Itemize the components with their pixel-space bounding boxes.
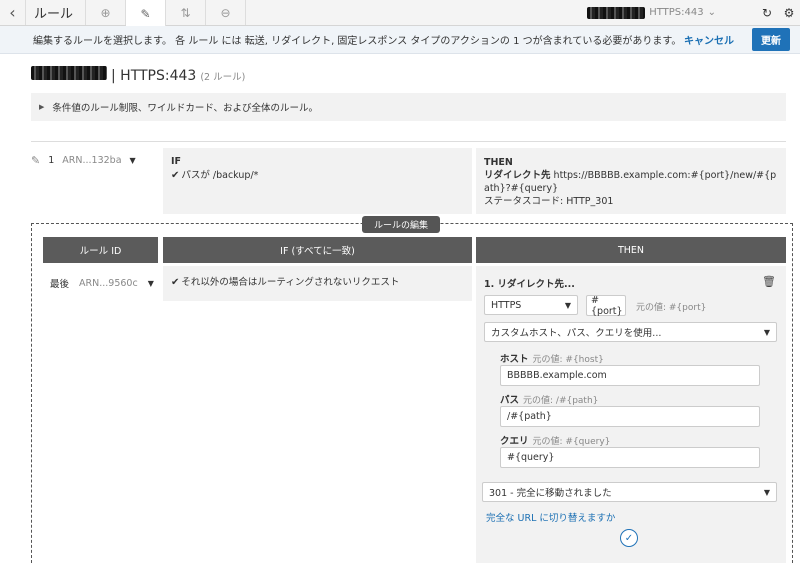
- rule-limits-text: 条件値のルール制限、ワイルドカード、および全体のルール。: [52, 103, 319, 114]
- host-hint: 元の値: #{host}: [532, 355, 604, 365]
- listener-selector-label: HTTPS:443: [649, 7, 704, 18]
- edit-rule-arn: ARN...9560c: [79, 277, 138, 289]
- column-if: IF (すべてに一致): [163, 237, 472, 263]
- rule-count: (2 ルール): [200, 72, 246, 83]
- trash-icon[interactable]: 🗑: [762, 275, 776, 288]
- divider: [31, 141, 786, 142]
- listener-name: | HTTPS:443: [111, 68, 197, 84]
- edit-rule-label: ルールの編集: [362, 216, 441, 233]
- status-code-value: 301 - 完全に移動されました: [489, 488, 612, 499]
- edit-rule-meta: 最後 ARN...9560c ▼: [50, 276, 154, 291]
- redirect-mode-value: カスタムホスト、パス、クエリを使用...: [491, 328, 662, 339]
- redirect-label: リダイレクト先: [484, 170, 551, 181]
- action-title: 1. リダイレクト先...: [484, 279, 575, 290]
- caret-right-icon: ▶: [39, 103, 45, 111]
- rule-if-cell: IF ✔ パスが /backup/*: [163, 148, 472, 214]
- arn-dropdown-icon[interactable]: ▼: [148, 279, 154, 288]
- cancel-button[interactable]: キャンセル: [684, 32, 734, 47]
- path-input[interactable]: /#{path}: [500, 406, 760, 427]
- rule-limits-expander[interactable]: ▶ 条件値のルール制限、ワイルドカード、および全体のルール。: [31, 93, 786, 121]
- query-input[interactable]: #{query}: [500, 447, 760, 468]
- host-input[interactable]: BBBBB.example.com: [500, 365, 760, 386]
- listener-selector[interactable]: HTTPS:443 ⌄: [587, 0, 756, 25]
- query-hint: 元の値: #{query}: [532, 437, 611, 447]
- rule-then-cell: THEN リダイレクト先 https://BBBBB.example.com:#…: [476, 148, 786, 214]
- rule-meta: ✎ 1 ARN...132ba ▼: [31, 154, 136, 167]
- top-toolbar: ‹ ルール ⊕ ✎ ⇅ ⊖ HTTPS:443 ⌄ ↻ ⚙: [0, 0, 800, 27]
- listener-header: | HTTPS:443 (2 ルール): [31, 66, 245, 84]
- protocol-select[interactable]: HTTPS ▼: [484, 295, 578, 315]
- edit-if-cell: ✔ それ以外の場合はルーティングされないリクエスト: [163, 266, 472, 301]
- default-condition: それ以外の場合はルーティングされないリクエスト: [181, 277, 400, 288]
- arn-dropdown-icon[interactable]: ▼: [130, 156, 136, 165]
- redirect-status: ステータスコード: HTTP_301: [484, 196, 614, 207]
- edit-rule-icon[interactable]: ✎: [126, 0, 166, 27]
- settings-icon[interactable]: ⚙: [778, 0, 800, 25]
- rule-number: 1: [48, 155, 55, 166]
- redacted-name: [587, 6, 646, 19]
- redacted-lb-name: [31, 66, 107, 80]
- update-button[interactable]: 更新: [752, 28, 790, 51]
- redirect-mode-select[interactable]: カスタムホスト、パス、クエリを使用... ▼: [484, 322, 777, 342]
- path-label-text: パス: [500, 395, 520, 406]
- chevron-down-icon: ▼: [763, 487, 770, 497]
- rule-row-1: ✎ 1 ARN...132ba ▼ IF ✔ パスが /backup/* THEN…: [0, 148, 800, 214]
- chevron-down-icon: ▼: [564, 300, 571, 310]
- toolbar-title: ルール: [26, 0, 86, 25]
- then-heading: THEN: [484, 157, 513, 168]
- rule-position: 最後: [50, 279, 70, 290]
- if-heading: IF: [171, 156, 182, 167]
- path-hint: 元の値: /#{path}: [523, 396, 599, 406]
- confirm-check-icon[interactable]: ✓: [620, 529, 638, 547]
- reorder-rules-icon[interactable]: ⇅: [166, 0, 206, 25]
- path-label: パス 元の値: /#{path}: [500, 392, 598, 406]
- add-rule-icon[interactable]: ⊕: [86, 0, 126, 25]
- instruction-banner: 編集するルールを選択します。 各 ルール には 転送, リダイレクト, 固定レス…: [0, 26, 800, 54]
- host-label-text: ホスト: [500, 354, 529, 365]
- chevron-down-icon: ▼: [763, 327, 770, 337]
- status-code-select[interactable]: 301 - 完全に移動されました ▼: [482, 482, 777, 502]
- protocol-value: HTTPS: [491, 299, 522, 311]
- check-icon: ✔: [171, 277, 180, 288]
- chevron-down-icon: ⌄: [707, 7, 716, 18]
- back-icon[interactable]: ‹: [0, 0, 26, 25]
- query-label: クエリ 元の値: #{query}: [500, 433, 610, 447]
- column-then: THEN: [476, 237, 786, 263]
- rule-arn: ARN...132ba: [62, 155, 122, 166]
- edit-then-cell: 1. リダイレクト先... 🗑 HTTPS ▼ #{port} 元の値: #{p…: [476, 266, 786, 563]
- query-label-text: クエリ: [500, 436, 529, 447]
- delete-rule-icon[interactable]: ⊖: [206, 0, 246, 25]
- host-label: ホスト 元の値: #{host}: [500, 351, 604, 365]
- port-input[interactable]: #{port}: [586, 295, 626, 317]
- pencil-icon[interactable]: ✎: [31, 154, 40, 167]
- column-rule-id: ルール ID: [43, 237, 158, 263]
- switch-to-full-url-link[interactable]: 完全な URL に切り替えますか: [486, 510, 615, 524]
- rule-condition: パスが /backup/*: [181, 170, 259, 181]
- refresh-icon[interactable]: ↻: [756, 0, 778, 25]
- instruction-text: 編集するルールを選択します。 各 ルール には 転送, リダイレクト, 固定レス…: [33, 36, 682, 47]
- port-hint: 元の値: #{port}: [636, 303, 707, 313]
- check-icon: ✔: [171, 170, 180, 181]
